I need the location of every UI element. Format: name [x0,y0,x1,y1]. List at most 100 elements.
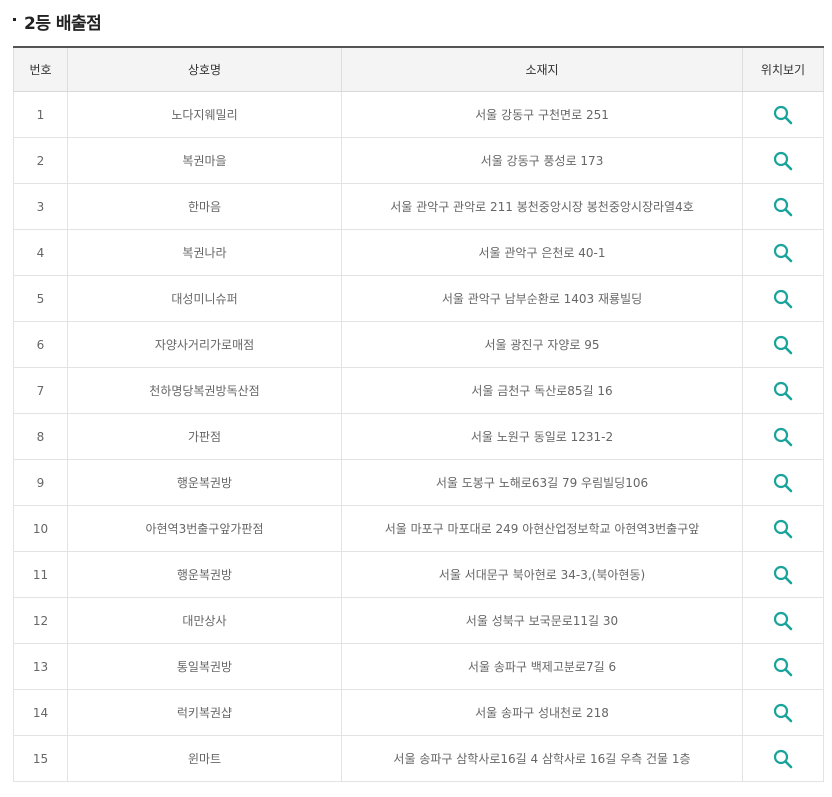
row-number: 13 [13,643,68,690]
view-location-button[interactable] [772,242,794,264]
search-icon [772,564,794,586]
shop-name: 노다지웨밀리 [67,91,342,138]
view-location-button[interactable] [772,656,794,678]
bullet-icon [13,17,16,21]
row-number: 14 [13,689,68,736]
search-icon [772,380,794,402]
map-cell [742,321,824,368]
header-map: 위치보기 [742,47,824,92]
view-location-button[interactable] [772,518,794,540]
header-row: 번호 상호명 소재지 위치보기 [13,47,824,92]
search-icon [772,656,794,678]
shop-table: 번호 상호명 소재지 위치보기 1 노다지웨밀리 서울 강동구 구천면로 251 2 복… [13,46,824,782]
row-number: 1 [13,91,68,138]
shop-name: 복권나라 [67,229,342,276]
shop-name: 가판점 [67,413,342,460]
shop-address: 서울 관악구 은천로 40-1 [341,229,743,276]
row-number: 4 [13,229,68,276]
row-number: 2 [13,137,68,184]
shop-address: 서울 도봉구 노해로63길 79 우림빌딩106 [341,459,743,506]
row-number: 10 [13,505,68,552]
header-name: 상호명 [67,47,342,92]
table-row: 9 행운복권방 서울 도봉구 노해로63길 79 우림빌딩106 [13,459,824,506]
shop-address: 서울 강동구 풍성로 173 [341,137,743,184]
table-row: 5 대성미니슈퍼 서울 관악구 남부순환로 1403 재룡빌딩 [13,275,824,322]
map-cell [742,275,824,322]
shop-name: 자양사거리가로매점 [67,321,342,368]
search-icon [772,748,794,770]
table-body: 1 노다지웨밀리 서울 강동구 구천면로 251 2 복권마을 서울 강동구 풍성로 17… [13,91,824,782]
row-number: 9 [13,459,68,506]
table-row: 15 윈마트 서울 송파구 삼학사로16길 4 삼학사로 16길 우측 건물 1층 [13,735,824,782]
view-location-button[interactable] [772,380,794,402]
table-row: 1 노다지웨밀리 서울 강동구 구천면로 251 [13,91,824,138]
row-number: 6 [13,321,68,368]
map-cell [742,735,824,782]
view-location-button[interactable] [772,564,794,586]
search-icon [772,518,794,540]
map-cell [742,597,824,644]
search-icon [772,334,794,356]
shop-name: 윈마트 [67,735,342,782]
view-location-button[interactable] [772,196,794,218]
shop-name: 럭키복권샵 [67,689,342,736]
table-row: 2 복권마을 서울 강동구 풍성로 173 [13,137,824,184]
shop-name: 통일복권방 [67,643,342,690]
view-location-button[interactable] [772,748,794,770]
shop-name: 천하명당복권방독산점 [67,367,342,414]
map-cell [742,229,824,276]
search-icon [772,242,794,264]
search-icon [772,426,794,448]
shop-address: 서울 마포구 마포대로 249 아현산업정보학교 아현역3번출구앞 [341,505,743,552]
table-row: 8 가판점 서울 노원구 동일로 1231-2 [13,413,824,460]
row-number: 12 [13,597,68,644]
search-icon [772,610,794,632]
shop-address: 서울 광진구 자양로 95 [341,321,743,368]
view-location-button[interactable] [772,610,794,632]
search-icon [772,196,794,218]
view-location-button[interactable] [772,104,794,126]
view-location-button[interactable] [772,150,794,172]
table-row: 10 아현역3번출구앞가판점 서울 마포구 마포대로 249 아현산업정보학교 아현… [13,505,824,552]
shop-address: 서울 송파구 백제고분로7길 6 [341,643,743,690]
view-location-button[interactable] [772,334,794,356]
row-number: 11 [13,551,68,598]
view-location-button[interactable] [772,288,794,310]
table-row: 4 복권나라 서울 관악구 은천로 40-1 [13,229,824,276]
table-header: 번호 상호명 소재지 위치보기 [13,47,824,92]
shop-name: 행운복권방 [67,459,342,506]
row-number: 3 [13,183,68,230]
row-number: 7 [13,367,68,414]
map-cell [742,689,824,736]
shop-address: 서울 송파구 성내천로 218 [341,689,743,736]
section-title-text: 2등 배출점 [24,13,102,34]
section-title: 2등 배출점 [13,8,102,34]
view-location-button[interactable] [772,472,794,494]
table-row: 7 천하명당복권방독산점 서울 금천구 독산로85길 16 [13,367,824,414]
table-row: 14 럭키복권샵 서울 송파구 성내천로 218 [13,689,824,736]
shop-address: 서울 관악구 남부순환로 1403 재룡빌딩 [341,275,743,322]
shop-name: 대만상사 [67,597,342,644]
shop-address: 서울 송파구 삼학사로16길 4 삼학사로 16길 우측 건물 1층 [341,735,743,782]
map-cell [742,91,824,138]
map-cell [742,551,824,598]
shop-name: 대성미니슈퍼 [67,275,342,322]
view-location-button[interactable] [772,426,794,448]
table-row: 12 대만상사 서울 성북구 보국문로11길 30 [13,597,824,644]
search-icon [772,288,794,310]
shop-address: 서울 서대문구 북아현로 34-3,(북아현동) [341,551,743,598]
shop-address: 서울 노원구 동일로 1231-2 [341,413,743,460]
row-number: 5 [13,275,68,322]
shop-address: 서울 금천구 독산로85길 16 [341,367,743,414]
search-icon [772,150,794,172]
search-icon [772,472,794,494]
search-icon [772,702,794,724]
view-location-button[interactable] [772,702,794,724]
shop-name: 행운복권방 [67,551,342,598]
table-row: 3 한마음 서울 관악구 관악로 211 봉천중앙시장 봉천중앙시장라열4호 [13,183,824,230]
row-number: 8 [13,413,68,460]
header-address: 소재지 [341,47,743,92]
map-cell [742,367,824,414]
map-cell [742,643,824,690]
shop-name: 한마음 [67,183,342,230]
